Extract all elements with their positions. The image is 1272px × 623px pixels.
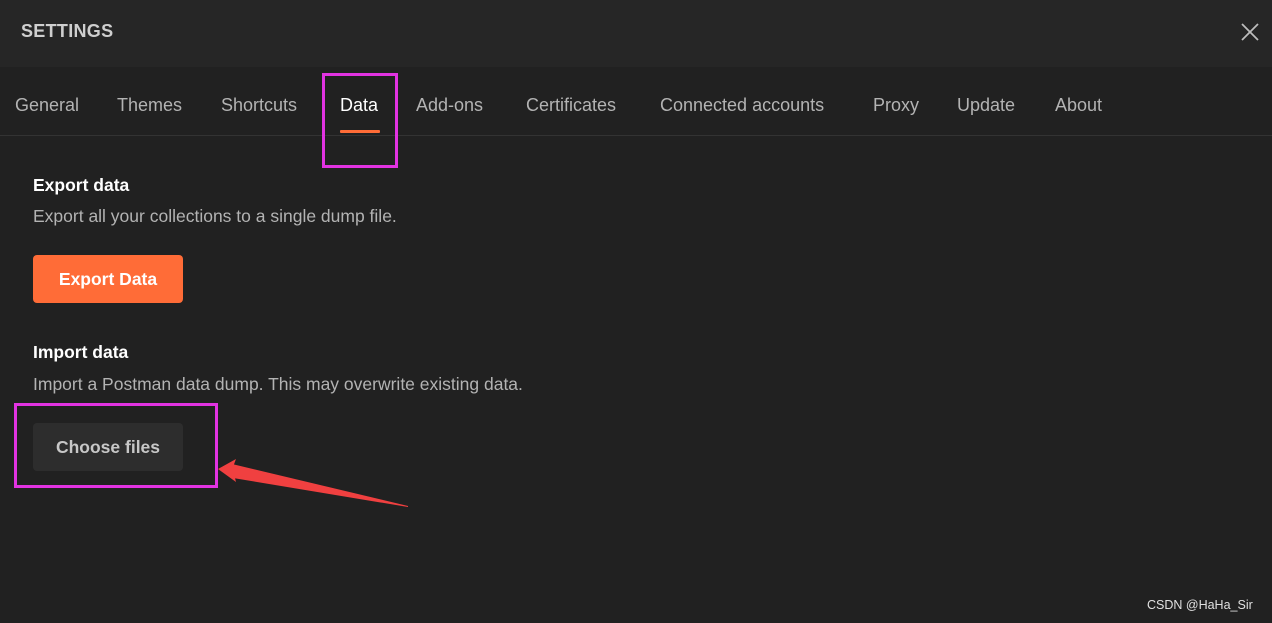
watermark: CSDN @HaHa_Sir: [1147, 598, 1253, 612]
settings-dialog: SETTINGS General Themes Shortcuts Data A…: [0, 0, 1272, 623]
annotation-arrow-icon: [218, 459, 408, 507]
